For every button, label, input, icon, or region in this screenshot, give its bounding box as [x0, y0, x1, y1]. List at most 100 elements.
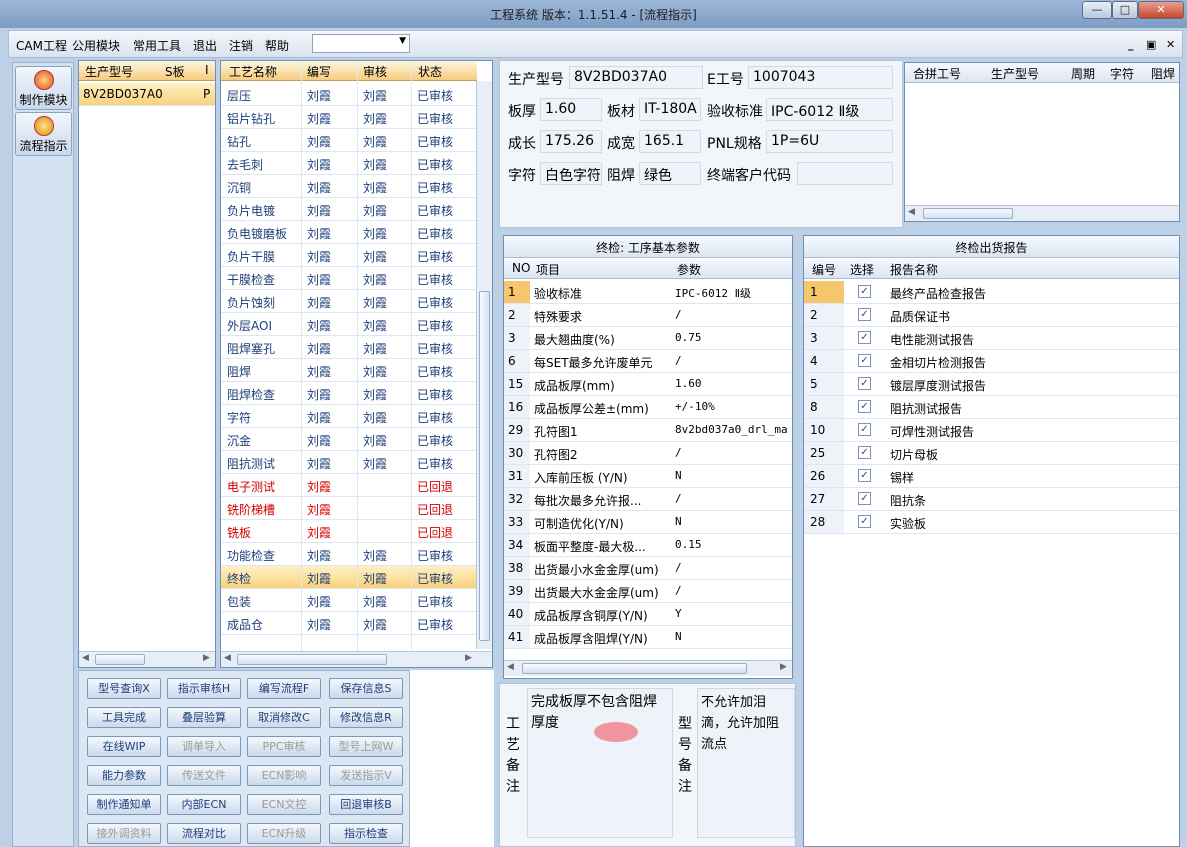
customer-field[interactable]	[797, 162, 893, 185]
report-row[interactable]: 5 ✓ 镀层厚度测试报告	[804, 373, 1179, 396]
param-row[interactable]: 15 成品板厚(mm) 1.60	[504, 373, 792, 396]
table-row[interactable]: 沉铜 刘霞 刘霞 已审核	[221, 175, 476, 198]
report-checkbox[interactable]: ✓	[858, 423, 871, 436]
report-checkbox[interactable]: ✓	[858, 515, 871, 528]
table-row[interactable]: 字符 刘霞 刘霞 已审核	[221, 405, 476, 428]
table-row[interactable]: 铝片钻孔 刘霞 刘霞 已审核	[221, 106, 476, 129]
col-report-name[interactable]: 报告名称	[890, 261, 938, 278]
report-checkbox[interactable]: ✓	[858, 446, 871, 459]
char-field[interactable]: 白色字符	[540, 162, 602, 185]
report-checkbox[interactable]: ✓	[858, 377, 871, 390]
col-no[interactable]: NO	[512, 261, 530, 275]
col-report-no[interactable]: 编号	[812, 261, 836, 278]
action-button[interactable]: 调单导入	[167, 736, 241, 757]
table-row[interactable]: 电子测试 刘霞 已回退	[221, 474, 476, 497]
table-row[interactable]: 沉金 刘霞 刘霞 已审核	[221, 428, 476, 451]
scroll-left-icon[interactable]: ◀	[224, 653, 231, 663]
action-button[interactable]: PPC审核	[247, 736, 321, 757]
menu-tools[interactable]: 常用工具	[133, 37, 181, 54]
mdi-restore-icon[interactable]: ▣	[1146, 38, 1156, 51]
action-button[interactable]: 型号查询X	[87, 678, 161, 699]
table-row[interactable]: 阻焊塞孔 刘霞 刘霞 已审核	[221, 336, 476, 359]
param-value-cell[interactable]: /	[675, 584, 791, 597]
col-select[interactable]: 选择	[850, 261, 874, 278]
table-row[interactable]: 负电镀磨板 刘霞 刘霞 已审核	[221, 221, 476, 244]
param-value-cell[interactable]: /	[675, 561, 791, 574]
action-button[interactable]: 接外调资料	[87, 823, 161, 844]
report-checkbox[interactable]: ✓	[858, 469, 871, 482]
table-row[interactable]: 负片电镀 刘霞 刘霞 已审核	[221, 198, 476, 221]
action-button[interactable]: 内部ECN	[167, 794, 241, 815]
param-row[interactable]: 2 特殊要求 /	[504, 304, 792, 327]
report-checkbox[interactable]: ✓	[858, 492, 871, 505]
param-row[interactable]: 34 板面平整度-最大极... 0.15	[504, 534, 792, 557]
table-row[interactable]: 干膜检查 刘霞 刘霞 已审核	[221, 267, 476, 290]
param-row[interactable]: 40 成品板厚含铜厚(Y/N) Y	[504, 603, 792, 626]
horizontal-scrollbar[interactable]: ◀	[905, 205, 1179, 221]
action-button[interactable]: 叠层验算	[167, 707, 241, 728]
param-value-cell[interactable]: /	[675, 446, 791, 459]
table-row[interactable]: 阻焊检查 刘霞 刘霞 已审核	[221, 382, 476, 405]
mdi-close-icon[interactable]: ✕	[1166, 38, 1175, 51]
model-field[interactable]: 8V2BD037A0	[569, 66, 703, 89]
action-button[interactable]: 工具完成	[87, 707, 161, 728]
table-row[interactable]: 去毛刺 刘霞 刘霞 已审核	[221, 152, 476, 175]
table-row[interactable]: 阻抗测试 刘霞 刘霞 已审核	[221, 451, 476, 474]
param-value-cell[interactable]: +/-10%	[675, 400, 791, 413]
report-checkbox[interactable]: ✓	[858, 400, 871, 413]
action-button[interactable]: 编写流程F	[247, 678, 321, 699]
menu-common-module[interactable]: 公用模块	[72, 37, 120, 54]
col-i[interactable]: I	[205, 63, 209, 77]
table-row[interactable]: 铣板 刘霞 已回退	[221, 520, 476, 543]
action-button[interactable]: ECN影响	[247, 765, 321, 786]
action-button[interactable]: 回退审核B	[329, 794, 403, 815]
action-button[interactable]: 取消修改C	[247, 707, 321, 728]
param-value-cell[interactable]: /	[675, 492, 791, 505]
param-row[interactable]: 3 最大翘曲度(%) 0.75	[504, 327, 792, 350]
scroll-left-icon[interactable]: ◀	[82, 653, 89, 663]
param-row[interactable]: 31 入库前压板 (Y/N) N	[504, 465, 792, 488]
table-row[interactable]: 阻焊 刘霞 刘霞 已审核	[221, 359, 476, 382]
menu-combo-select[interactable]: ▼	[312, 34, 410, 53]
table-row[interactable]: 层压 刘霞 刘霞 已审核	[221, 83, 476, 106]
col-writer[interactable]: 编写	[307, 63, 331, 80]
scroll-right-icon[interactable]: ▶	[465, 653, 472, 663]
param-row[interactable]: 33 可制造优化(Y/N) N	[504, 511, 792, 534]
table-row[interactable]: 负片干膜 刘霞 刘霞 已审核	[221, 244, 476, 267]
scroll-right-icon[interactable]: ▶	[203, 653, 210, 663]
action-button[interactable]: ECN文控	[247, 794, 321, 815]
table-row[interactable]: 包装 刘霞 刘霞 已审核	[221, 589, 476, 612]
action-button[interactable]: 型号上网W	[329, 736, 403, 757]
report-checkbox[interactable]: ✓	[858, 354, 871, 367]
action-button[interactable]: 指示检查	[329, 823, 403, 844]
param-value-cell[interactable]: /	[675, 354, 791, 367]
param-row[interactable]: 39 出货最大水金金厚(um) /	[504, 580, 792, 603]
action-button[interactable]: 指示审核H	[167, 678, 241, 699]
col-reviewer[interactable]: 审核	[363, 63, 387, 80]
scroll-left-icon[interactable]: ◀	[908, 207, 915, 217]
model-remark-field[interactable]: 不允许加泪滴，允许加阻流点	[697, 688, 795, 838]
col-item[interactable]: 项目	[536, 261, 560, 278]
menu-logout[interactable]: 注销	[229, 37, 253, 54]
param-value-cell[interactable]: 0.15	[675, 538, 791, 551]
scroll-left-icon[interactable]: ◀	[507, 662, 514, 672]
param-row[interactable]: 41 成品板厚含阻焊(Y/N) N	[504, 626, 792, 649]
menu-help[interactable]: 帮助	[265, 37, 289, 54]
action-button[interactable]: 修改信息R	[329, 707, 403, 728]
standard-field[interactable]: IPC-6012 Ⅱ级	[766, 98, 893, 121]
param-row[interactable]: 6 每SET最多允许废单元 /	[504, 350, 792, 373]
material-field[interactable]: IT-180A	[639, 98, 701, 121]
col-s-board[interactable]: S板	[165, 63, 185, 80]
thickness-field[interactable]: 1.60	[540, 98, 602, 121]
col-merge-mask[interactable]: 阻焊	[1151, 65, 1175, 82]
action-button[interactable]: 保存信息S	[329, 678, 403, 699]
menu-exit[interactable]: 退出	[193, 37, 217, 54]
col-model[interactable]: 生产型号	[85, 63, 133, 80]
report-checkbox[interactable]: ✓	[858, 331, 871, 344]
pnl-field[interactable]: 1P=6U	[766, 130, 893, 153]
table-row[interactable]: 铣阶梯槽 刘霞 已回退	[221, 497, 476, 520]
param-row[interactable]: 1 验收标准 IPC-6012 Ⅱ级	[504, 281, 792, 304]
report-row[interactable]: 3 ✓ 电性能测试报告	[804, 327, 1179, 350]
param-value-cell[interactable]: 0.75	[675, 331, 791, 344]
param-row[interactable]: 30 孔符图2 /	[504, 442, 792, 465]
